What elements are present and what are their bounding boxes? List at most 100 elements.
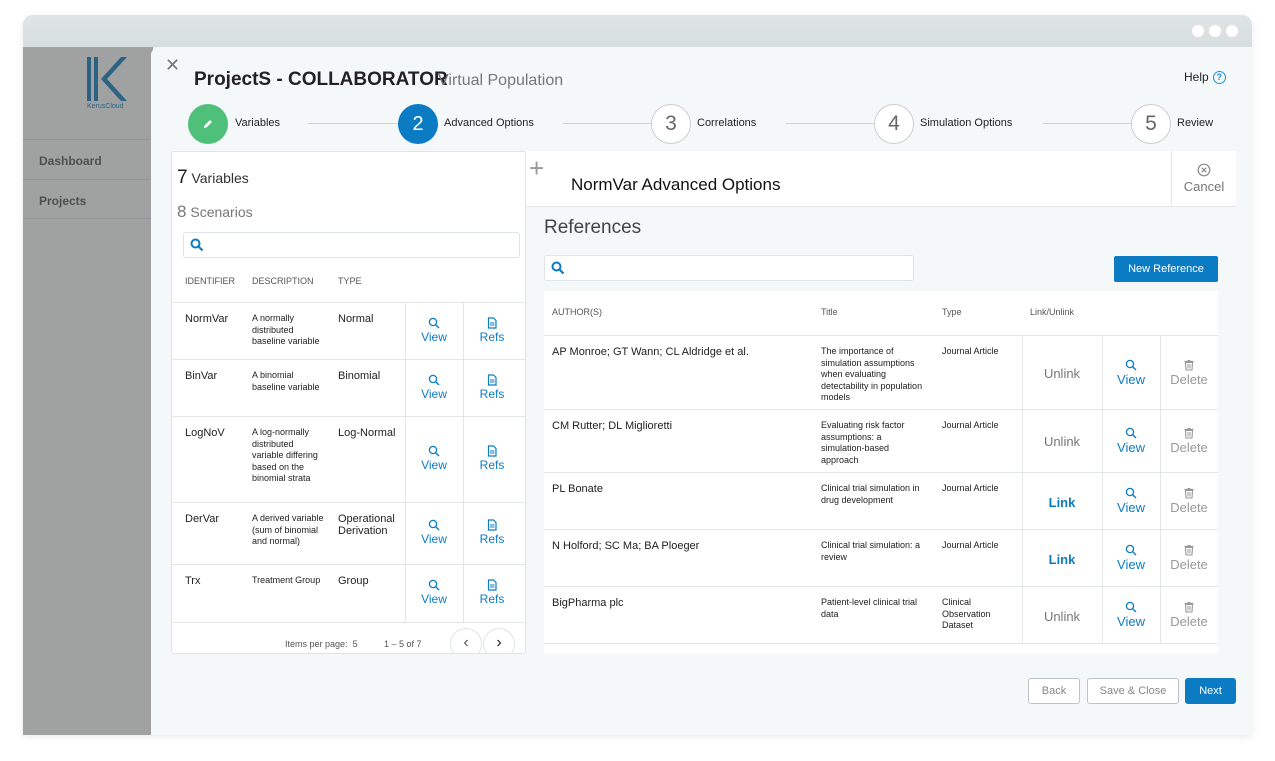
reference-row[interactable]: N Holford; SC Ma; BA Ploeger Clinical tr… <box>544 529 1218 586</box>
refs-button[interactable]: Refs <box>467 519 517 546</box>
variables-count: 7 Variables <box>177 167 249 188</box>
magnifier-icon <box>1125 359 1137 371</box>
window-dot[interactable] <box>1226 25 1238 37</box>
magnifier-icon <box>428 519 440 531</box>
save-close-button[interactable]: Save & Close <box>1087 678 1179 704</box>
variable-row[interactable]: LogNoV A log-normally distributed variab… <box>172 416 525 502</box>
unlink-button[interactable]: Unlink <box>1022 366 1102 381</box>
view-button[interactable]: View <box>1103 601 1159 629</box>
link-button[interactable]: Link <box>1022 552 1102 567</box>
items-per-page-select[interactable]: 5 <box>353 639 358 649</box>
reference-authors: AP Monroe; GT Wann; CL Aldridge et al. <box>552 346 749 358</box>
variable-type: Normal <box>338 313 374 325</box>
options-header: + NormVar Advanced Options Cancel <box>526 151 1236 207</box>
add-icon[interactable]: + <box>529 153 544 184</box>
back-button[interactable]: Back <box>1028 678 1080 704</box>
link-button[interactable]: Link <box>1022 495 1102 510</box>
variable-description: A log-normally distributed variable diff… <box>252 427 318 483</box>
close-icon[interactable]: ✕ <box>165 55 180 76</box>
variable-type: Binomial <box>338 370 381 382</box>
magnifier-icon <box>1125 601 1137 613</box>
reference-row[interactable]: CM Rutter; DL Miglioretti Evaluating ris… <box>544 409 1218 472</box>
step-3-circle[interactable]: 3 <box>651 104 691 144</box>
step-4-circle[interactable]: 4 <box>874 104 914 144</box>
references-search-input[interactable] <box>544 255 914 281</box>
step-1-circle[interactable] <box>188 104 228 144</box>
document-icon <box>487 579 497 591</box>
delete-button[interactable]: Delete <box>1161 427 1217 455</box>
col-type: TYPE <box>338 276 362 286</box>
references-title: References <box>544 217 642 238</box>
variable-row[interactable]: DerVar A derived variable (sum of binomi… <box>172 502 525 564</box>
variable-row[interactable]: NormVar A normally distributed baseline … <box>172 302 525 359</box>
search-icon <box>190 238 204 252</box>
unlink-button[interactable]: Unlink <box>1022 434 1102 449</box>
browser-titlebar <box>23 15 1252 47</box>
view-button[interactable]: View <box>1103 544 1159 572</box>
variables-pager: Items per page: 5 1 – 5 of 7 ‹ › <box>172 622 525 653</box>
step-5-label[interactable]: Review <box>1177 117 1213 129</box>
reference-row[interactable]: BigPharma plc Patient-level clinical tri… <box>544 586 1218 644</box>
window-dot[interactable] <box>1192 25 1204 37</box>
delete-button[interactable]: Delete <box>1161 544 1217 572</box>
view-button[interactable]: View <box>1103 487 1159 515</box>
col-title: Title <box>821 307 838 317</box>
reference-type: Journal Article <box>942 483 999 493</box>
view-button[interactable]: View <box>1103 427 1159 455</box>
reference-title: Patient-level clinical trial data <box>821 597 918 619</box>
help-link[interactable]: Help? <box>1184 70 1226 85</box>
next-button[interactable]: Next <box>1185 678 1236 704</box>
document-icon <box>487 519 497 531</box>
variable-id: NormVar <box>185 313 229 325</box>
help-label: Help <box>1184 70 1209 84</box>
delete-button[interactable]: Delete <box>1161 487 1217 515</box>
step-5-circle[interactable]: 5 <box>1131 104 1171 144</box>
variable-id: DerVar <box>185 513 220 525</box>
refs-button[interactable]: Refs <box>467 579 517 606</box>
view-button[interactable]: View <box>409 374 459 401</box>
reference-row[interactable]: AP Monroe; GT Wann; CL Aldridge et al. T… <box>544 335 1218 409</box>
trash-icon <box>1184 488 1194 499</box>
view-button[interactable]: View <box>409 317 459 344</box>
window-dot[interactable] <box>1209 25 1221 37</box>
prev-page-button[interactable]: ‹ <box>450 628 482 653</box>
variables-search-input[interactable] <box>183 232 520 258</box>
variable-row[interactable]: Trx Treatment Group Group View Refs <box>172 564 525 622</box>
magnifier-icon <box>1125 544 1137 556</box>
next-page-button[interactable]: › <box>483 628 515 653</box>
view-button[interactable]: View <box>409 445 459 472</box>
refs-button[interactable]: Refs <box>467 445 517 472</box>
delete-button[interactable]: Delete <box>1161 359 1217 387</box>
new-reference-button[interactable]: New Reference <box>1114 256 1218 282</box>
step-1-label[interactable]: Variables <box>235 117 280 129</box>
items-per-page-label: Items per page: 5 <box>285 639 358 649</box>
references-panel: + NormVar Advanced Options Cancel Refere… <box>526 151 1236 654</box>
variable-id: BinVar <box>185 370 218 382</box>
step-3-label[interactable]: Correlations <box>697 117 756 129</box>
reference-row[interactable]: PL Bonate Clinical trial simulation in d… <box>544 472 1218 529</box>
reference-authors: PL Bonate <box>552 483 603 495</box>
view-button[interactable]: View <box>409 519 459 546</box>
view-button[interactable]: View <box>409 579 459 606</box>
unlink-button[interactable]: Unlink <box>1022 609 1102 624</box>
variable-type: Operational Derivation <box>338 513 395 537</box>
refs-button[interactable]: Refs <box>467 374 517 401</box>
refs-button[interactable]: Refs <box>467 317 517 344</box>
delete-button[interactable]: Delete <box>1161 601 1217 629</box>
scenarios-count[interactable]: 8 Scenarios <box>177 202 253 222</box>
view-button[interactable]: View <box>1103 359 1159 387</box>
options-title: NormVar Advanced Options <box>571 175 781 194</box>
browser-window: KerusCloud Dashboard Projects ✕ ProjectS… <box>23 15 1252 735</box>
step-2-label[interactable]: Advanced Options <box>444 117 534 129</box>
col-type: Type <box>942 307 962 317</box>
references-table: AUTHOR(S) Title Type Link/Unlink AP Monr… <box>544 291 1218 654</box>
reference-type: Journal Article <box>942 540 999 550</box>
step-2-circle[interactable]: 2 <box>398 104 438 144</box>
variable-description: A normally distributed baseline variable <box>252 313 320 346</box>
reference-authors: CM Rutter; DL Miglioretti <box>552 420 673 432</box>
step-4-label[interactable]: Simulation Options <box>920 117 1012 129</box>
reference-title: Clinical trial simulation: a review <box>821 540 921 562</box>
trash-icon <box>1184 360 1194 371</box>
variable-row[interactable]: BinVar A binomial baseline variable Bino… <box>172 359 525 416</box>
cancel-button[interactable]: Cancel <box>1171 151 1236 207</box>
